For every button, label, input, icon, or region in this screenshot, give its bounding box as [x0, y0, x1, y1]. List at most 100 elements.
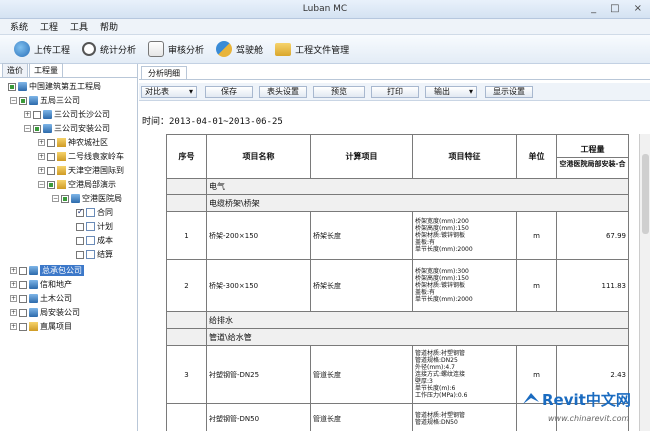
tree-node[interactable]: + 二号线袁家岭车	[38, 150, 124, 163]
tree-checkbox[interactable]	[19, 266, 27, 275]
tree-node[interactable]: − 空港局部演示	[38, 178, 116, 191]
tab-analysis-detail[interactable]: 分析明细	[141, 66, 187, 79]
collapse-icon[interactable]: −	[52, 195, 59, 202]
table-row[interactable]: 1 桥架-200×150 桥架长度 桥架宽度(mm):200 桥架高度(mm):…	[166, 211, 629, 260]
header-settings-button[interactable]: 表头设置	[259, 86, 307, 98]
feature-line: 管道规格:DN50	[415, 418, 458, 426]
audit-analysis-label: 审核分析	[168, 45, 205, 56]
menu-help[interactable]: 帮助	[100, 20, 118, 33]
display-settings-button[interactable]: 显示设置	[485, 86, 533, 98]
table-row[interactable]: 电缆桥架\桥架	[166, 194, 629, 212]
report-type-select[interactable]: 对比表 ▾	[141, 86, 197, 98]
cell-no: 3	[166, 345, 207, 404]
tab-quantity[interactable]: 工程量	[29, 63, 63, 77]
tree-checkbox[interactable]	[47, 180, 55, 189]
close-button[interactable]: ×	[634, 3, 642, 14]
cell-calc-item: 管道长度	[310, 345, 413, 404]
tree-node[interactable]: − 空港医院局	[52, 192, 122, 205]
tree-checkbox[interactable]	[47, 166, 55, 175]
tree-checkbox[interactable]	[47, 138, 55, 147]
maximize-button[interactable]: □	[610, 3, 619, 14]
table-row[interactable]: 管道\给水管	[166, 328, 629, 346]
table-row[interactable]: 电气	[166, 178, 629, 195]
tree-checkbox[interactable]	[76, 236, 84, 245]
expand-icon[interactable]: +	[10, 281, 17, 288]
tree-checkbox[interactable]	[76, 207, 84, 217]
expand-icon[interactable]: +	[10, 295, 17, 302]
preview-button[interactable]: 预览	[313, 86, 365, 98]
dashboard-button[interactable]: 驾驶舱	[216, 41, 263, 57]
tree-checkbox[interactable]	[19, 280, 27, 289]
tree-node[interactable]: 结算	[76, 248, 113, 261]
tree-checkbox[interactable]	[33, 110, 41, 119]
feature-line: 管道材质:衬塑钢管	[415, 411, 466, 419]
tree-checkbox[interactable]	[47, 152, 55, 161]
audit-analysis-button[interactable]: 审核分析	[148, 41, 204, 57]
title-bar: Luban MC _ □ ×	[0, 0, 650, 19]
tree-checkbox[interactable]	[76, 250, 84, 259]
expand-icon[interactable]: +	[38, 139, 45, 146]
tree-node[interactable]: + 信和地产	[10, 278, 72, 291]
collapse-icon[interactable]: −	[38, 181, 45, 188]
tree-node[interactable]: 合同	[76, 206, 113, 219]
tree-node[interactable]: − 三公司安装公司	[24, 122, 110, 135]
collapse-icon[interactable]: −	[24, 125, 31, 132]
tree-checkbox[interactable]	[19, 308, 27, 317]
tree-node[interactable]: 成本	[76, 234, 113, 247]
tree-node[interactable]: + 神农城社区	[38, 136, 108, 149]
upload-project-label: 上传工程	[34, 45, 71, 56]
tree-checkbox[interactable]	[19, 322, 27, 331]
expand-icon[interactable]: +	[10, 267, 17, 274]
tree-node[interactable]: 计划	[76, 220, 113, 233]
tree-checkbox[interactable]	[61, 194, 69, 203]
feature-line: 单节长度(m):6	[415, 385, 456, 392]
company-icon	[43, 110, 52, 119]
tree-node[interactable]: + 总承包公司	[10, 264, 84, 277]
tree-node[interactable]: − 五局三公司	[10, 94, 80, 107]
tree-node[interactable]: 中国建筑第五工程局	[8, 80, 101, 93]
table-row[interactable]: 给排水	[166, 311, 629, 329]
save-button[interactable]: 保存	[205, 86, 253, 98]
project-tree: 中国建筑第五工程局 − 五局三公司 + 三公司长沙公司 − 三公司安装公司 + …	[0, 78, 137, 331]
expand-icon[interactable]: +	[24, 111, 31, 118]
document-icon	[86, 208, 95, 217]
header-quantity-sub: 空港医院局部安装-合	[559, 160, 626, 168]
folder-icon	[57, 180, 66, 189]
tree-node[interactable]: + 天津空港国际到	[38, 164, 124, 177]
company-icon	[29, 266, 38, 275]
expand-icon[interactable]: +	[10, 309, 17, 316]
company-icon	[29, 308, 38, 317]
feature-line: 桥架材质:镀锌钢板	[415, 282, 466, 289]
header-no: 序号	[166, 134, 207, 179]
tree-checkbox[interactable]	[76, 222, 84, 231]
table-row[interactable]: 2 桥架-300×150 桥架长度 桥架宽度(mm):300 桥架高度(mm):…	[166, 259, 629, 312]
print-button[interactable]: 打印	[371, 86, 419, 98]
tree-node[interactable]: + 土木公司	[10, 292, 72, 305]
tree-checkbox[interactable]	[8, 82, 16, 91]
expand-icon[interactable]: +	[38, 167, 45, 174]
tree-node[interactable]: + 直属项目	[10, 320, 72, 333]
stats-analysis-button[interactable]: 统计分析	[82, 42, 136, 56]
project-file-management-button[interactable]: 工程文件管理	[275, 42, 349, 56]
tab-cost[interactable]: 造价	[2, 63, 28, 77]
expand-icon[interactable]: +	[38, 153, 45, 160]
collapse-icon[interactable]: −	[10, 97, 17, 104]
menu-tools[interactable]: 工具	[70, 20, 88, 33]
cell-quantity: 111.83	[556, 259, 629, 312]
tree-node[interactable]: + 三公司长沙公司	[24, 108, 110, 121]
company-icon	[18, 82, 27, 91]
upload-project-button[interactable]: 上传工程	[14, 41, 70, 57]
scrollbar-thumb[interactable]	[642, 154, 649, 234]
menu-project[interactable]: 工程	[40, 20, 58, 33]
minimize-button[interactable]: _	[591, 3, 596, 14]
tree-checkbox[interactable]	[19, 96, 27, 105]
header-calc-item: 计算项目	[310, 134, 413, 179]
tree-node[interactable]: + 局安装公司	[10, 306, 80, 319]
tree-checkbox[interactable]	[19, 294, 27, 303]
tree-node-label: 土木公司	[40, 294, 72, 303]
export-dropdown[interactable]: 输出 ▾	[425, 86, 477, 98]
menu-bar: 系统 工程 工具 帮助	[0, 19, 650, 35]
expand-icon[interactable]: +	[10, 323, 17, 330]
tree-checkbox[interactable]	[33, 124, 41, 133]
menu-system[interactable]: 系统	[10, 20, 28, 33]
